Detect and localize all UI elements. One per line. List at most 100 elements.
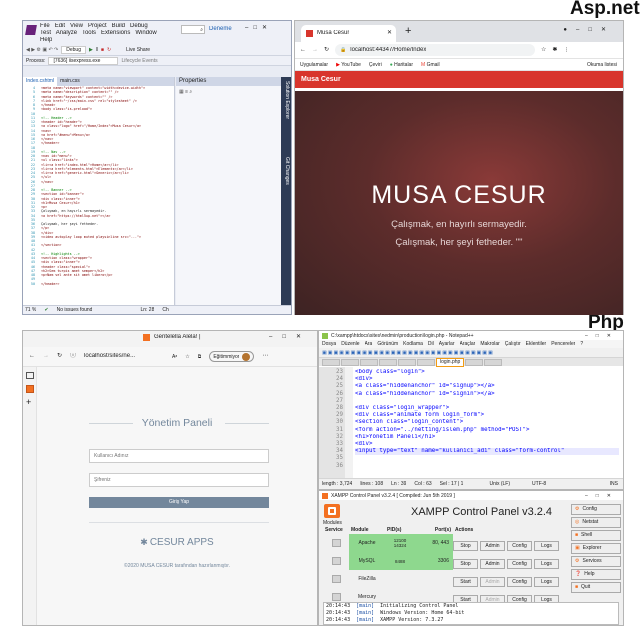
vs-search-box[interactable]: ⌕ — [181, 25, 205, 34]
npp-editor[interactable]: 23 24 25 26 27 28 29 30 31 32 33 34 35 36 <body class… — [319, 367, 623, 479]
password-input[interactable] — [89, 473, 269, 487]
chrome-back-icon[interactable]: ← — [300, 47, 306, 54]
chrome-reading-list[interactable]: Okuma listesi — [587, 62, 617, 68]
bookmark-youtube[interactable]: ▶ YouTube — [336, 62, 361, 68]
vs-git-changes-tab[interactable]: Git Changes — [284, 157, 290, 185]
module-admin-button[interactable]: Admin — [480, 577, 505, 587]
site-logo[interactable]: Musa Cesur — [301, 76, 341, 83]
xampp-config-button[interactable]: ⚙ Config — [571, 504, 621, 515]
vs-pause-icon[interactable]: ‖ — [96, 47, 98, 53]
npp-fold-margin[interactable] — [345, 367, 353, 479]
edge-new-tab-icon[interactable]: + — [26, 399, 31, 406]
module-logs-button[interactable]: Logs — [534, 541, 559, 551]
module-logs-button[interactable]: Logs — [534, 559, 559, 569]
edge-menu-icon[interactable]: ⋯ — [262, 353, 268, 360]
chrome-forward-icon[interactable]: → — [312, 47, 318, 54]
chrome-tab[interactable]: Musa Cesur ✕ — [301, 25, 396, 42]
vs-lifecycle-dropdown[interactable]: Lifecycle Events — [121, 58, 157, 64]
xampp-services-button[interactable]: ⚙ Services — [571, 556, 621, 567]
service-checkbox[interactable] — [331, 557, 341, 565]
npp-menu-item[interactable]: Ara — [365, 341, 373, 347]
chrome-star-icon[interactable]: ☆ — [541, 47, 546, 54]
xampp-quit-button[interactable]: ■ Quit — [571, 582, 621, 593]
edge-collections-icon[interactable]: ⧉ — [198, 354, 202, 360]
npp-doc-tab[interactable] — [379, 358, 397, 366]
npp-doc-tab[interactable] — [360, 358, 378, 366]
module-logs-button[interactable]: Logs — [534, 577, 559, 587]
npp-active-tab[interactable]: login.php — [436, 357, 465, 367]
bookmark-gmail[interactable]: M Gmail — [421, 62, 440, 68]
vs-zoom-level[interactable]: 71 % — [25, 307, 36, 313]
vs-live-share-button[interactable]: Live Share — [126, 47, 150, 53]
edge-window-controls[interactable]: –□✕ — [269, 334, 311, 341]
xampp-shell-button[interactable]: ■ Shell — [571, 530, 621, 541]
module-admin-button[interactable]: Admin — [480, 541, 505, 551]
bookmark-maps[interactable]: ● Haritalar — [390, 62, 413, 68]
npp-doc-tab[interactable] — [322, 358, 340, 366]
chrome-url[interactable]: localhost:44347/Home/Index — [350, 47, 426, 54]
xampp-window-controls[interactable]: –□✕ — [585, 493, 619, 499]
chrome-omnibox[interactable]: 🔒 localhost:44347/Home/Index — [335, 44, 536, 56]
chrome-menu-icon[interactable]: ⋮ — [563, 47, 569, 54]
npp-menu-item[interactable]: Düzenle — [341, 341, 359, 347]
vs-window-controls[interactable]: –□✕ — [245, 25, 272, 32]
npp-menu-item[interactable]: Çalıştır — [505, 341, 521, 347]
vs-menu-project[interactable]: Project — [88, 23, 107, 29]
edge-read-aloud-icon[interactable]: Aᵃ — [172, 354, 177, 360]
vs-solution-explorer-tab[interactable]: Solution Explorer — [284, 81, 290, 119]
vs-menu-debug[interactable]: Debug — [130, 23, 148, 29]
edge-url[interactable]: localhost/sites/ne... — [84, 353, 164, 360]
login-button[interactable]: Giriş Yap — [89, 497, 269, 508]
vs-editor[interactable]: Index.cshtml main.css 4 5 6 7 8 9 10 11 12 13 14 15… — [23, 77, 175, 307]
vs-tab-main-css[interactable]: main.css — [57, 77, 83, 86]
vs-menu-file[interactable]: File — [40, 23, 50, 29]
service-checkbox[interactable] — [331, 575, 341, 583]
module-admin-button[interactable]: Admin — [480, 559, 505, 569]
vs-process-dropdown[interactable]: [7636] iisexpress.exe — [48, 56, 119, 65]
npp-menu-item[interactable]: ? — [580, 341, 583, 347]
vs-menu-analyze[interactable]: Analyze — [56, 30, 77, 36]
vs-toolbar-icons[interactable]: ◀ ▶ ⚙ ▣ ↶ ↷ — [26, 47, 58, 53]
vs-menu-help[interactable]: Help — [40, 37, 52, 44]
vs-stop-icon[interactable]: ■ — [101, 47, 104, 53]
vs-menu-extensions[interactable]: Extensions — [101, 30, 130, 36]
npp-menu-item[interactable]: Araçlar — [460, 341, 476, 347]
npp-menu-item[interactable]: Ayarlar — [439, 341, 455, 347]
xampp-explorer-button[interactable]: ▣ Explorer — [571, 543, 621, 554]
npp-menu-item[interactable]: Eklentiler — [526, 341, 547, 347]
service-checkbox[interactable] — [331, 593, 341, 601]
module-config-button[interactable]: Config — [507, 559, 532, 569]
module-config-button[interactable]: Config — [507, 541, 532, 551]
npp-menu-item[interactable]: Pencereler — [551, 341, 575, 347]
vs-menu-edit[interactable]: Edit — [55, 23, 65, 29]
npp-menu-item[interactable]: Dosya — [322, 341, 336, 347]
edge-forward-icon[interactable]: → — [43, 353, 49, 360]
edge-favorite-icon[interactable]: ☆ — [185, 354, 189, 360]
npp-code-area[interactable]: <body class="login"> <div> <a class="hid… — [355, 369, 619, 479]
npp-doc-tab[interactable] — [465, 358, 484, 366]
npp-menu-item[interactable]: Makrolar — [480, 341, 499, 347]
chrome-extensions-icon[interactable]: ✱ — [552, 47, 557, 54]
edge-back-icon[interactable]: ← — [29, 353, 35, 360]
service-checkbox[interactable] — [331, 539, 341, 547]
bookmark-apps[interactable]: Uygulamalar — [300, 62, 328, 68]
chrome-new-tab-icon[interactable]: + — [405, 25, 411, 37]
vs-menu-test[interactable]: Test — [40, 30, 51, 36]
vs-menu-tools[interactable]: Tools — [82, 30, 96, 36]
module-start-button[interactable]: Start — [453, 577, 478, 587]
bookmark-translate[interactable]: Çeviri — [369, 62, 382, 68]
edge-tab[interactable]: Gentelella Alela! | — [143, 334, 201, 341]
module-stop-button[interactable]: Stop — [453, 541, 478, 551]
npp-window-controls[interactable]: –□✕ — [585, 333, 619, 339]
npp-doc-tab[interactable] — [398, 358, 416, 366]
edge-tab-favicon-side[interactable] — [26, 385, 34, 393]
vs-issues-status[interactable]: No issues found — [57, 307, 93, 313]
vs-restart-icon[interactable]: ↻ — [107, 47, 111, 53]
npp-menu-item[interactable]: Kodlama — [403, 341, 423, 347]
vs-menu-build[interactable]: Build — [112, 23, 125, 29]
vs-properties-toolbar[interactable]: ▦ ≡ ⌕ — [176, 86, 283, 98]
module-stop-button[interactable]: Stop — [453, 559, 478, 569]
npp-toolbar[interactable]: ▣▣▣▣▣▣▣▣▣▣▣▣▣▣▣▣▣▣▣▣▣▣▣▣▣▣▣▣▣▣ — [319, 348, 623, 358]
edge-profile-button[interactable]: Eğitimmiyor — [209, 351, 255, 362]
vs-tab-index-cshtml[interactable]: Index.cshtml — [23, 77, 58, 86]
